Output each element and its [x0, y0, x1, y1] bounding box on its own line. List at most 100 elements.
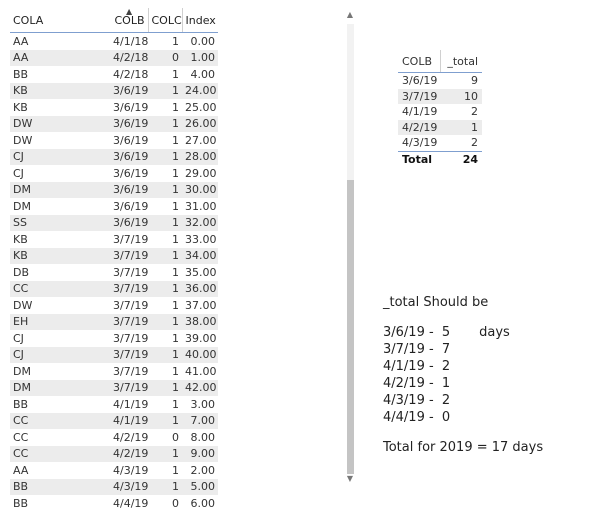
cell-colc: 1: [148, 214, 182, 231]
cell-cola: AA: [10, 49, 110, 66]
table-row[interactable]: BB 4/2/18 1 4.00: [10, 66, 218, 83]
table-row[interactable]: AA 4/2/18 0 1.00: [10, 49, 218, 66]
table-row[interactable]: CJ 3/6/19 1 28.00: [10, 148, 218, 165]
table-row[interactable]: EH 3/7/19 1 38.00: [10, 313, 218, 330]
table-row[interactable]: AA 4/3/19 1 2.00: [10, 462, 218, 479]
cell-cola: KB: [13, 100, 28, 114]
cell-cola: CC: [10, 412, 110, 429]
cell-index: 32.00: [182, 214, 218, 231]
cell-colb: 4/2/19: [113, 430, 149, 444]
header-colc[interactable]: COLC: [147, 8, 182, 33]
header-colb[interactable]: ▲ COLB: [110, 7, 148, 33]
table-row[interactable]: CC 4/2/19 0 8.00: [10, 429, 218, 446]
table-row[interactable]: DM 3/6/19 1 30.00: [10, 181, 218, 198]
cell-cola: DM: [10, 181, 110, 198]
table-row[interactable]: KB 3/7/19 1 34.00: [10, 247, 218, 264]
cell-index: 1.00: [182, 49, 218, 66]
summary-header-row: COLB _total: [398, 50, 482, 73]
table-row[interactable]: DM 3/6/19 1 31.00: [10, 198, 218, 215]
summary-cell-total: 1: [440, 119, 482, 135]
cell-cola: AA: [13, 34, 29, 48]
cell-colc: 1: [172, 100, 179, 114]
cell-colb: 3/6/19: [113, 100, 149, 114]
table-row[interactable]: DW 3/6/19 1 26.00: [10, 115, 218, 132]
summary-row[interactable]: 4/1/19 2: [398, 104, 482, 120]
cell-index: 5.00: [182, 478, 218, 495]
summary-table: COLB _total 3/6/19 9 3/7/19 10 4/1/19 2 4/2/19…: [398, 50, 482, 167]
scroll-down-arrow-icon[interactable]: ▼: [344, 474, 356, 483]
table-row[interactable]: KB 3/7/19 1 33.00: [10, 231, 218, 248]
cell-cola: DM: [10, 379, 110, 396]
table-row[interactable]: BB 4/1/19 1 3.00: [10, 396, 218, 413]
summary-header-total[interactable]: _total: [439, 50, 482, 73]
cell-index: 28.00: [182, 148, 218, 165]
cell-colb: 3/7/19: [110, 346, 148, 363]
header-index[interactable]: Index: [181, 8, 218, 33]
cell-colc: 1: [172, 463, 179, 477]
summary-row[interactable]: 4/2/19 1: [398, 119, 482, 135]
cell-colc: 1: [148, 148, 182, 165]
summary-header-colb[interactable]: COLB: [398, 50, 440, 73]
cell-cola: KB: [13, 232, 28, 246]
main-table-header-row: COLA ▲ COLB COLC Index: [10, 7, 218, 33]
scroll-thumb[interactable]: [347, 180, 354, 474]
table-row[interactable]: CC 4/2/19 1 9.00: [10, 445, 218, 462]
cell-colb: 3/6/19: [110, 181, 148, 198]
table-row[interactable]: KB 3/6/19 1 25.00: [10, 99, 218, 116]
cell-colc: 1: [172, 397, 179, 411]
cell-index: 24.00: [182, 82, 218, 99]
cell-index: 36.00: [182, 280, 218, 297]
cell-colc: 1: [172, 265, 179, 279]
table-row[interactable]: BB 4/4/19 0 6.00: [10, 495, 218, 512]
table-row[interactable]: DW 3/7/19 1 37.00: [10, 297, 218, 314]
table-row[interactable]: CC 3/7/19 1 36.00: [10, 280, 218, 297]
table-row[interactable]: DM 3/7/19 1 41.00: [10, 363, 218, 380]
cell-colc: 1: [148, 445, 182, 462]
cell-colb: 3/7/19: [113, 364, 149, 378]
table-row[interactable]: AA 4/1/18 1 0.00: [10, 33, 218, 50]
table-row[interactable]: KB 3/6/19 1 24.00: [10, 82, 218, 99]
table-row[interactable]: DB 3/7/19 1 35.00: [10, 264, 218, 281]
note-line: 4/2/19 - 1: [383, 376, 451, 391]
cell-cola: KB: [10, 247, 110, 264]
cell-colb: 3/6/19: [110, 214, 148, 231]
summary-row[interactable]: 3/6/19 9: [398, 73, 482, 89]
vertical-scrollbar[interactable]: ▲ ▼: [344, 10, 356, 488]
summary-cell-colb: 3/6/19: [402, 74, 438, 88]
note-line: 4/4/19 - 0: [383, 410, 451, 425]
cell-cola: CJ: [13, 331, 24, 345]
summary-cell-colb: 4/3/19: [402, 136, 438, 150]
cell-colb: 4/3/19: [113, 463, 149, 477]
table-row[interactable]: CJ 3/7/19 1 39.00: [10, 330, 218, 347]
table-row[interactable]: CJ 3/6/19 1 29.00: [10, 165, 218, 182]
table-row[interactable]: BB 4/3/19 1 5.00: [10, 478, 218, 495]
cell-colb: 3/7/19: [113, 232, 149, 246]
cell-colc: 1: [172, 298, 179, 312]
cell-colc: 1: [148, 478, 182, 495]
summary-row[interactable]: 4/3/19 2: [398, 135, 482, 151]
cell-cola: DW: [10, 115, 110, 132]
cell-cola: CJ: [10, 148, 110, 165]
table-row[interactable]: DM 3/7/19 1 42.00: [10, 379, 218, 396]
cell-cola: CC: [10, 445, 110, 462]
cell-colc: 1: [148, 346, 182, 363]
table-row[interactable]: CC 4/1/19 1 7.00: [10, 412, 218, 429]
summary-cell-total: 2: [471, 136, 478, 150]
scroll-up-arrow-icon[interactable]: ▲: [344, 10, 356, 19]
cell-index: 30.00: [182, 181, 218, 198]
cell-index: 35.00: [185, 265, 217, 279]
summary-cell-total: 10: [440, 88, 482, 104]
header-cola[interactable]: COLA: [10, 8, 110, 33]
note-heading: _total Should be: [383, 295, 489, 310]
cell-cola: DB: [13, 265, 30, 279]
note-lines: 3/6/19 - 5 days 3/7/19 - 7 4/1/19 - 2 4/2/1…: [383, 324, 543, 426]
table-row[interactable]: DW 3/6/19 1 27.00: [10, 132, 218, 149]
cell-colb: 3/6/19: [110, 148, 148, 165]
cell-index: 4.00: [190, 67, 216, 81]
summary-row[interactable]: 3/7/19 10: [398, 88, 482, 104]
cell-colc: 1: [148, 115, 182, 132]
summary-cell-colb: 4/1/19: [402, 105, 438, 119]
table-row[interactable]: SS 3/6/19 1 32.00: [10, 214, 218, 231]
cell-colb: 3/7/19: [113, 265, 149, 279]
table-row[interactable]: CJ 3/7/19 1 40.00: [10, 346, 218, 363]
